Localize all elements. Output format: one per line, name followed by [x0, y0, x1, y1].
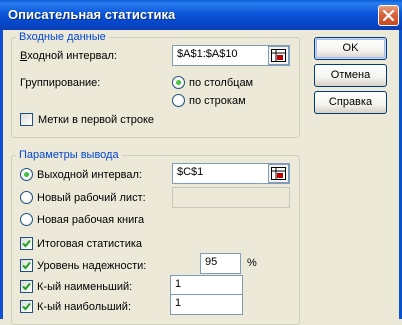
radio-by-rows[interactable] — [172, 94, 185, 107]
kth-largest-field[interactable]: 1 — [170, 294, 243, 315]
labels-first-row-checkbox[interactable] — [20, 113, 33, 126]
labels-first-row-label: Метки в первой строке — [38, 114, 155, 126]
radio-by-columns[interactable] — [172, 76, 185, 89]
cancel-button[interactable]: Отмена — [314, 64, 387, 87]
grouping-label: Группирование: — [20, 77, 101, 89]
output-options-group-title: Параметры вывода — [16, 149, 122, 161]
output-range-value: $C$1 — [177, 166, 204, 178]
percent-sign: % — [247, 257, 257, 269]
kth-smallest-field[interactable]: 1 — [170, 275, 243, 296]
input-range-label: Входной интервал: — [20, 50, 117, 62]
close-icon — [383, 10, 394, 21]
new-workbook-label: Новая рабочая книга — [37, 214, 145, 226]
confidence-level-checkbox[interactable] — [20, 259, 33, 272]
ok-button[interactable]: OK — [314, 37, 387, 60]
summary-stats-checkbox[interactable] — [20, 237, 33, 250]
checkmark-icon — [22, 261, 31, 270]
confidence-level-value: 95 — [205, 256, 218, 268]
close-button[interactable] — [378, 5, 399, 26]
summary-stats-label: Итоговая статистика — [37, 238, 143, 250]
input-range-value: $A$1:$A$10 — [177, 48, 238, 60]
confidence-level-label: Уровень надежности: — [37, 260, 147, 272]
output-range-ref-button[interactable] — [268, 164, 289, 183]
kth-smallest-label: К-ый наименьший: — [37, 281, 133, 293]
kth-largest-label: К-ый наибольший: — [37, 301, 132, 313]
window-title: Описательная статистика — [8, 7, 176, 22]
radio-by-rows-label: по строкам — [189, 95, 246, 107]
kth-smallest-value: 1 — [175, 278, 182, 290]
radio-output-range[interactable] — [20, 168, 33, 181]
range-select-icon — [271, 49, 286, 62]
output-range-label: Выходной интервал: — [37, 169, 142, 181]
checkmark-icon — [22, 239, 31, 248]
kth-largest-value: 1 — [175, 297, 182, 309]
kth-largest-checkbox[interactable] — [20, 300, 33, 313]
new-sheet-label: Новый рабочий лист: — [37, 192, 146, 204]
input-data-group-title: Входные данные — [16, 31, 109, 43]
title-bar: Описательная статистика — [0, 0, 402, 30]
checkmark-icon — [22, 302, 31, 311]
radio-by-columns-label: по столбцам — [189, 77, 254, 89]
range-select-icon — [271, 167, 286, 180]
radio-new-sheet[interactable] — [20, 191, 33, 204]
checkmark-icon — [22, 282, 31, 291]
new-sheet-field[interactable] — [172, 187, 290, 208]
kth-smallest-checkbox[interactable] — [20, 280, 33, 293]
window-frame-left — [0, 30, 3, 319]
radio-new-workbook[interactable] — [20, 213, 33, 226]
help-button[interactable]: Справка — [314, 91, 387, 114]
confidence-level-field[interactable]: 95 — [200, 253, 241, 274]
input-range-ref-button[interactable] — [268, 46, 289, 65]
